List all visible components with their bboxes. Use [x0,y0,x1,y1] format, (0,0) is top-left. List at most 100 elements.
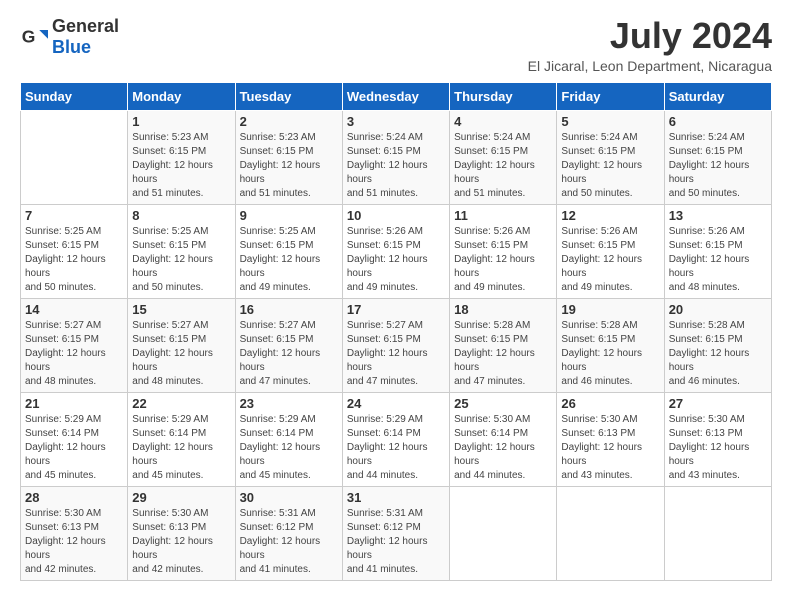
day-info: Sunrise: 5:25 AMSunset: 6:15 PMDaylight:… [240,225,338,295]
logo-blue: Blue [52,37,91,57]
calendar-cell: 12Sunrise: 5:26 AMSunset: 6:15 PMDayligh… [557,204,664,298]
day-number: 4 [454,114,552,129]
day-number: 21 [25,396,123,411]
main-title: July 2024 [528,16,772,56]
day-number: 15 [132,302,230,317]
day-info: Sunrise: 5:28 AMSunset: 6:15 PMDaylight:… [561,319,659,389]
calendar-cell [557,486,664,580]
day-number: 8 [132,208,230,223]
day-number: 28 [25,490,123,505]
header-day-thursday: Thursday [450,82,557,110]
day-number: 10 [347,208,445,223]
day-number: 27 [669,396,767,411]
calendar-cell: 1 Sunrise: 5:23 AMSunset: 6:15 PMDaylight… [128,110,235,204]
header-day-friday: Friday [557,82,664,110]
day-info: Sunrise: 5:30 AMSunset: 6:14 PMDaylight:… [454,413,552,483]
day-info: Sunrise: 5:24 AMSunset: 6:15 PMDaylight:… [669,131,767,201]
day-number: 22 [132,396,230,411]
day-info: Sunrise: 5:26 AMSunset: 6:15 PMDaylight:… [454,225,552,295]
logo-icon: G [20,23,48,51]
calendar-cell: 20 Sunrise: 5:28 AMSunset: 6:15 PMDayligh… [664,298,771,392]
calendar-cell [450,486,557,580]
day-number: 20 [669,302,767,317]
day-number: 1 [132,114,230,129]
header-day-tuesday: Tuesday [235,82,342,110]
day-info: Sunrise: 5:27 AMSunset: 6:15 PMDaylight:… [25,319,123,389]
day-info: Sunrise: 5:29 AMSunset: 6:14 PMDaylight:… [347,413,445,483]
day-info: Sunrise: 5:29 AMSunset: 6:14 PMDaylight:… [25,413,123,483]
day-number: 31 [347,490,445,505]
calendar-cell: 13 Sunrise: 5:26 AMSunset: 6:15 PMDayligh… [664,204,771,298]
day-info: Sunrise: 5:27 AMSunset: 6:15 PMDaylight:… [132,319,230,389]
day-info: Sunrise: 5:27 AMSunset: 6:15 PMDaylight:… [240,319,338,389]
day-info: Sunrise: 5:30 AMSunset: 6:13 PMDaylight:… [25,507,123,577]
calendar-cell: 25 Sunrise: 5:30 AMSunset: 6:14 PMDayligh… [450,392,557,486]
header-day-wednesday: Wednesday [342,82,449,110]
calendar-header-row: SundayMondayTuesdayWednesdayThursdayFrid… [21,82,772,110]
calendar-cell [664,486,771,580]
calendar-cell: 18Sunrise: 5:28 AMSunset: 6:15 PMDayligh… [450,298,557,392]
day-info: Sunrise: 5:26 AMSunset: 6:15 PMDaylight:… [347,225,445,295]
calendar-table: SundayMondayTuesdayWednesdayThursdayFrid… [20,82,772,581]
calendar-cell: 10 Sunrise: 5:26 AMSunset: 6:15 PMDayligh… [342,204,449,298]
calendar-cell: 28 Sunrise: 5:30 AMSunset: 6:13 PMDayligh… [21,486,128,580]
calendar-cell: 15 Sunrise: 5:27 AMSunset: 6:15 PMDayligh… [128,298,235,392]
day-number: 26 [561,396,659,411]
calendar-week-1: 1 Sunrise: 5:23 AMSunset: 6:15 PMDaylight… [21,110,772,204]
day-number: 13 [669,208,767,223]
calendar-cell: 2 Sunrise: 5:23 AMSunset: 6:15 PMDaylight… [235,110,342,204]
day-number: 9 [240,208,338,223]
day-number: 17 [347,302,445,317]
day-number: 29 [132,490,230,505]
day-number: 6 [669,114,767,129]
calendar-week-2: 7 Sunrise: 5:25 AMSunset: 6:15 PMDaylight… [21,204,772,298]
day-info: Sunrise: 5:31 AMSunset: 6:12 PMDaylight:… [347,507,445,577]
calendar-cell: 24Sunrise: 5:29 AMSunset: 6:14 PMDayligh… [342,392,449,486]
day-info: Sunrise: 5:28 AMSunset: 6:15 PMDaylight:… [669,319,767,389]
calendar-cell: 7 Sunrise: 5:25 AMSunset: 6:15 PMDaylight… [21,204,128,298]
calendar-cell: 5Sunrise: 5:24 AMSunset: 6:15 PMDaylight… [557,110,664,204]
calendar-cell: 14 Sunrise: 5:27 AMSunset: 6:15 PMDayligh… [21,298,128,392]
day-info: Sunrise: 5:24 AMSunset: 6:15 PMDaylight:… [347,131,445,201]
day-number: 19 [561,302,659,317]
calendar-cell: 30Sunrise: 5:31 AMSunset: 6:12 PMDayligh… [235,486,342,580]
calendar-cell: 19 Sunrise: 5:28 AMSunset: 6:15 PMDayligh… [557,298,664,392]
day-info: Sunrise: 5:29 AMSunset: 6:14 PMDaylight:… [240,413,338,483]
calendar-week-3: 14 Sunrise: 5:27 AMSunset: 6:15 PMDayligh… [21,298,772,392]
day-number: 5 [561,114,659,129]
day-info: Sunrise: 5:29 AMSunset: 6:14 PMDaylight:… [132,413,230,483]
day-number: 25 [454,396,552,411]
logo-general: General [52,16,119,36]
day-info: Sunrise: 5:27 AMSunset: 6:15 PMDaylight:… [347,319,445,389]
day-info: Sunrise: 5:23 AMSunset: 6:15 PMDaylight:… [240,131,338,201]
header-day-monday: Monday [128,82,235,110]
subtitle: El Jicaral, Leon Department, Nicaragua [528,58,772,74]
calendar-cell: 6 Sunrise: 5:24 AMSunset: 6:15 PMDaylight… [664,110,771,204]
calendar-cell: 26 Sunrise: 5:30 AMSunset: 6:13 PMDayligh… [557,392,664,486]
header-day-sunday: Sunday [21,82,128,110]
calendar-cell: 8 Sunrise: 5:25 AMSunset: 6:15 PMDaylight… [128,204,235,298]
day-info: Sunrise: 5:30 AMSunset: 6:13 PMDaylight:… [132,507,230,577]
day-info: Sunrise: 5:30 AMSunset: 6:13 PMDaylight:… [669,413,767,483]
day-info: Sunrise: 5:28 AMSunset: 6:15 PMDaylight:… [454,319,552,389]
day-info: Sunrise: 5:23 AMSunset: 6:15 PMDaylight:… [132,131,230,201]
day-info: Sunrise: 5:26 AMSunset: 6:15 PMDaylight:… [669,225,767,295]
day-info: Sunrise: 5:31 AMSunset: 6:12 PMDaylight:… [240,507,338,577]
calendar-cell: 16Sunrise: 5:27 AMSunset: 6:15 PMDayligh… [235,298,342,392]
calendar-cell: 29 Sunrise: 5:30 AMSunset: 6:13 PMDayligh… [128,486,235,580]
calendar-week-4: 21 Sunrise: 5:29 AMSunset: 6:14 PMDayligh… [21,392,772,486]
day-number: 7 [25,208,123,223]
day-number: 2 [240,114,338,129]
day-number: 23 [240,396,338,411]
day-info: Sunrise: 5:30 AMSunset: 6:13 PMDaylight:… [561,413,659,483]
calendar-week-5: 28 Sunrise: 5:30 AMSunset: 6:13 PMDayligh… [21,486,772,580]
day-info: Sunrise: 5:25 AMSunset: 6:15 PMDaylight:… [25,225,123,295]
calendar-cell: 27 Sunrise: 5:30 AMSunset: 6:13 PMDayligh… [664,392,771,486]
calendar-cell: 3Sunrise: 5:24 AMSunset: 6:15 PMDaylight… [342,110,449,204]
day-info: Sunrise: 5:25 AMSunset: 6:15 PMDaylight:… [132,225,230,295]
day-number: 14 [25,302,123,317]
title-area: July 2024 El Jicaral, Leon Department, N… [528,16,772,74]
calendar-cell: 11Sunrise: 5:26 AMSunset: 6:15 PMDayligh… [450,204,557,298]
calendar-cell: 21 Sunrise: 5:29 AMSunset: 6:14 PMDayligh… [21,392,128,486]
header: G General Blue July 2024 El Jicaral, Leo… [20,16,772,74]
